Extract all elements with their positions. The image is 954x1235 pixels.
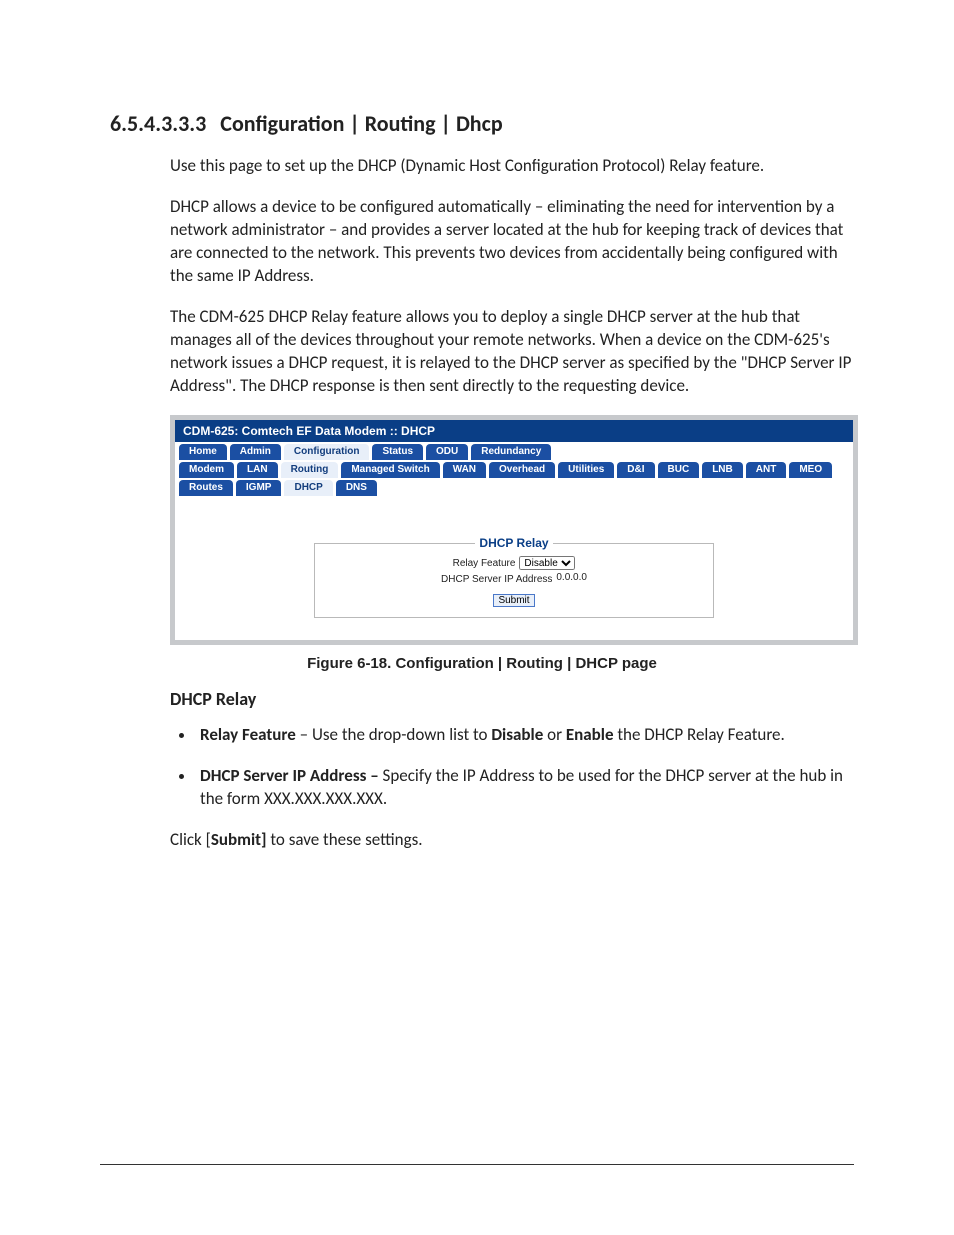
tab-row-main: HomeAdminConfigurationStatusODURedundanc… [175,442,853,460]
dhcp-ip-value: 0.0.0.0 [556,572,587,586]
closing-instruction: Click [Submit] to save these settings. [170,829,854,852]
footer-rule [100,1164,854,1165]
tab-config-buc[interactable]: BUC [658,462,700,478]
tab-main-home[interactable]: Home [179,444,227,460]
tab-main-configuration[interactable]: Configuration [284,444,370,460]
tab-main-redundancy[interactable]: Redundancy [471,444,551,460]
tab-config-lan[interactable]: LAN [237,462,278,478]
relay-feature-label: Relay Feature [453,558,516,569]
bullet-relay-feature: Relay Feature – Use the drop-down list t… [196,724,854,747]
paragraph-relay-explain: The CDM-625 DHCP Relay feature allows yo… [170,306,854,398]
figure-caption: Figure 6-18. Configuration | Routing | D… [110,655,854,672]
submit-button[interactable]: Submit [493,594,534,607]
tab-config-managed-switch[interactable]: Managed Switch [341,462,439,478]
paragraph-dhcp-explain: DHCP allows a device to be configured au… [170,196,854,288]
tab-main-admin[interactable]: Admin [230,444,281,460]
panel-title: DHCP Relay [475,536,552,550]
figure-screenshot: CDM-625: Comtech EF Data Modem :: DHCP H… [170,415,858,645]
subsection-heading: DHCP Relay [170,688,854,710]
bullet-list: Relay Feature – Use the drop-down list t… [170,724,854,811]
tab-routing-routes[interactable]: Routes [179,480,233,496]
tab-config-overhead[interactable]: Overhead [489,462,555,478]
tab-routing-dhcp[interactable]: DHCP [284,480,332,496]
tab-config-wan[interactable]: WAN [443,462,486,478]
tab-routing-igmp[interactable]: IGMP [236,480,282,496]
tab-config-meo[interactable]: MEO [789,462,832,478]
relay-feature-select[interactable]: Disable [519,556,575,570]
section-title: Configuration | Routing | Dhcp [220,110,502,137]
window-title: CDM-625: Comtech EF Data Modem :: DHCP [175,420,853,442]
paragraph-intro: Use this page to set up the DHCP (Dynami… [170,155,854,178]
bullet-dhcp-ip: DHCP Server IP Address – Specify the IP … [196,765,854,811]
tab-main-status[interactable]: Status [372,444,423,460]
dhcp-relay-panel: DHCP Relay Relay Feature Disable DHCP Se… [314,536,714,618]
tab-config-utilities[interactable]: Utilities [558,462,614,478]
tab-config-modem[interactable]: Modem [179,462,234,478]
tab-config-lnb[interactable]: LNB [702,462,743,478]
tab-row-routing: RoutesIGMPDHCPDNS [175,478,853,496]
tab-config-routing[interactable]: Routing [281,462,339,478]
tab-config-ant[interactable]: ANT [746,462,787,478]
tab-routing-dns[interactable]: DNS [336,480,377,496]
tab-config-d-i[interactable]: D&I [617,462,654,478]
section-number: 6.5.4.3.3.3 [110,110,206,137]
tab-row-config: ModemLANRoutingManaged SwitchWANOverhead… [175,460,853,478]
dhcp-ip-label: DHCP Server IP Address [441,574,552,585]
tab-main-odu[interactable]: ODU [426,444,468,460]
section-heading: 6.5.4.3.3.3 Configuration | Routing | Dhc… [110,110,854,137]
